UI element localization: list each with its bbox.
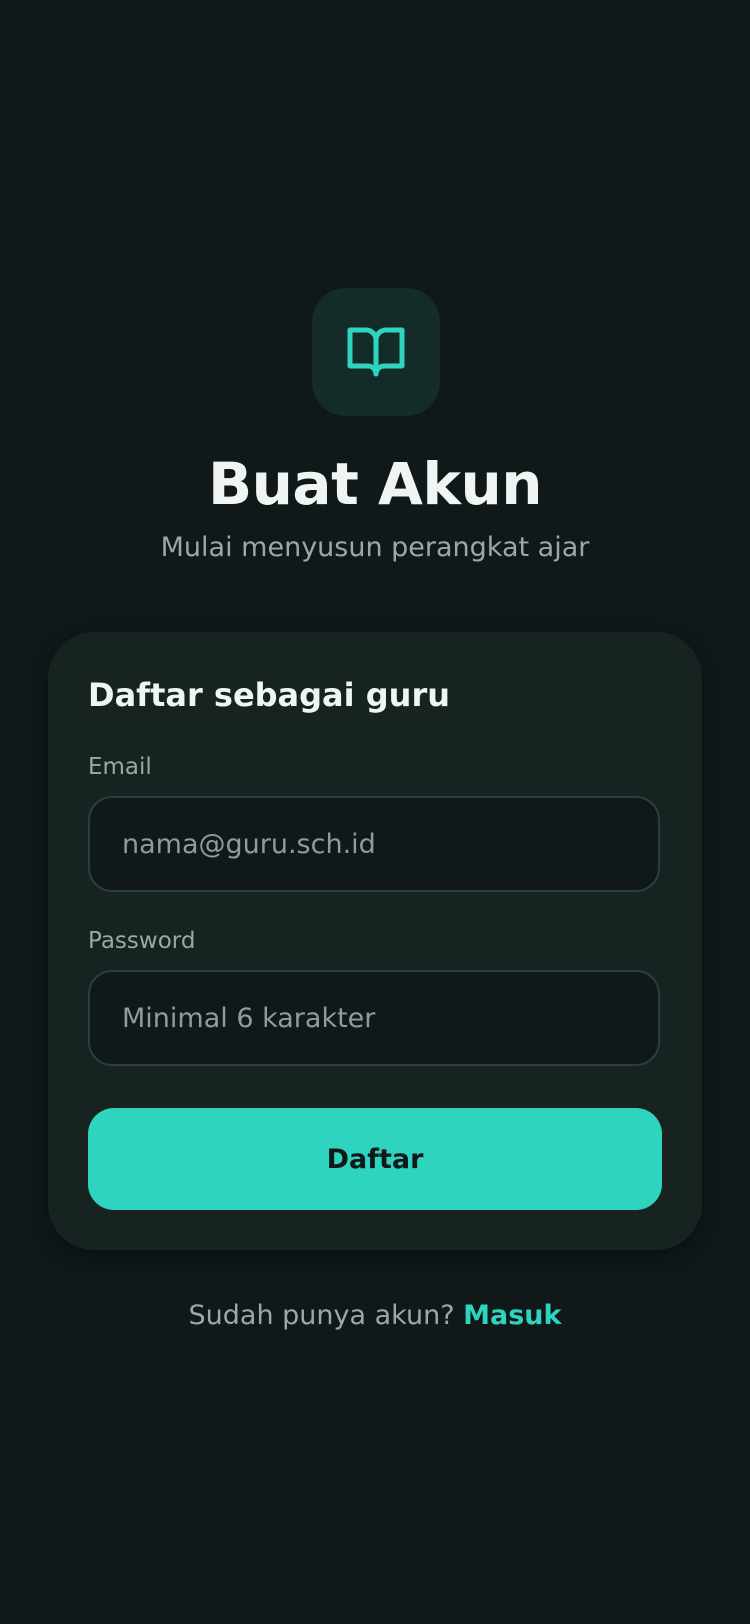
page-subtitle: Mulai menyusun perangkat ajar — [160, 532, 590, 563]
signup-card: Daftar sebagai guru Email Password Dafta… — [48, 632, 702, 1250]
login-prompt-text: Sudah punya akun? — [188, 1300, 455, 1331]
card-title: Daftar sebagai guru — [88, 676, 450, 714]
signup-button[interactable]: Daftar — [88, 1108, 662, 1210]
login-link[interactable]: Masuk — [463, 1300, 561, 1331]
password-label: Password — [88, 928, 196, 954]
email-label: Email — [88, 754, 152, 780]
password-input[interactable] — [88, 970, 660, 1066]
book-open-icon — [347, 327, 405, 377]
email-input[interactable] — [88, 796, 660, 892]
app-logo-tile — [312, 288, 440, 416]
page-title: Buat Akun — [207, 450, 543, 518]
login-prompt: Sudah punya akun? Masuk — [0, 1298, 750, 1334]
